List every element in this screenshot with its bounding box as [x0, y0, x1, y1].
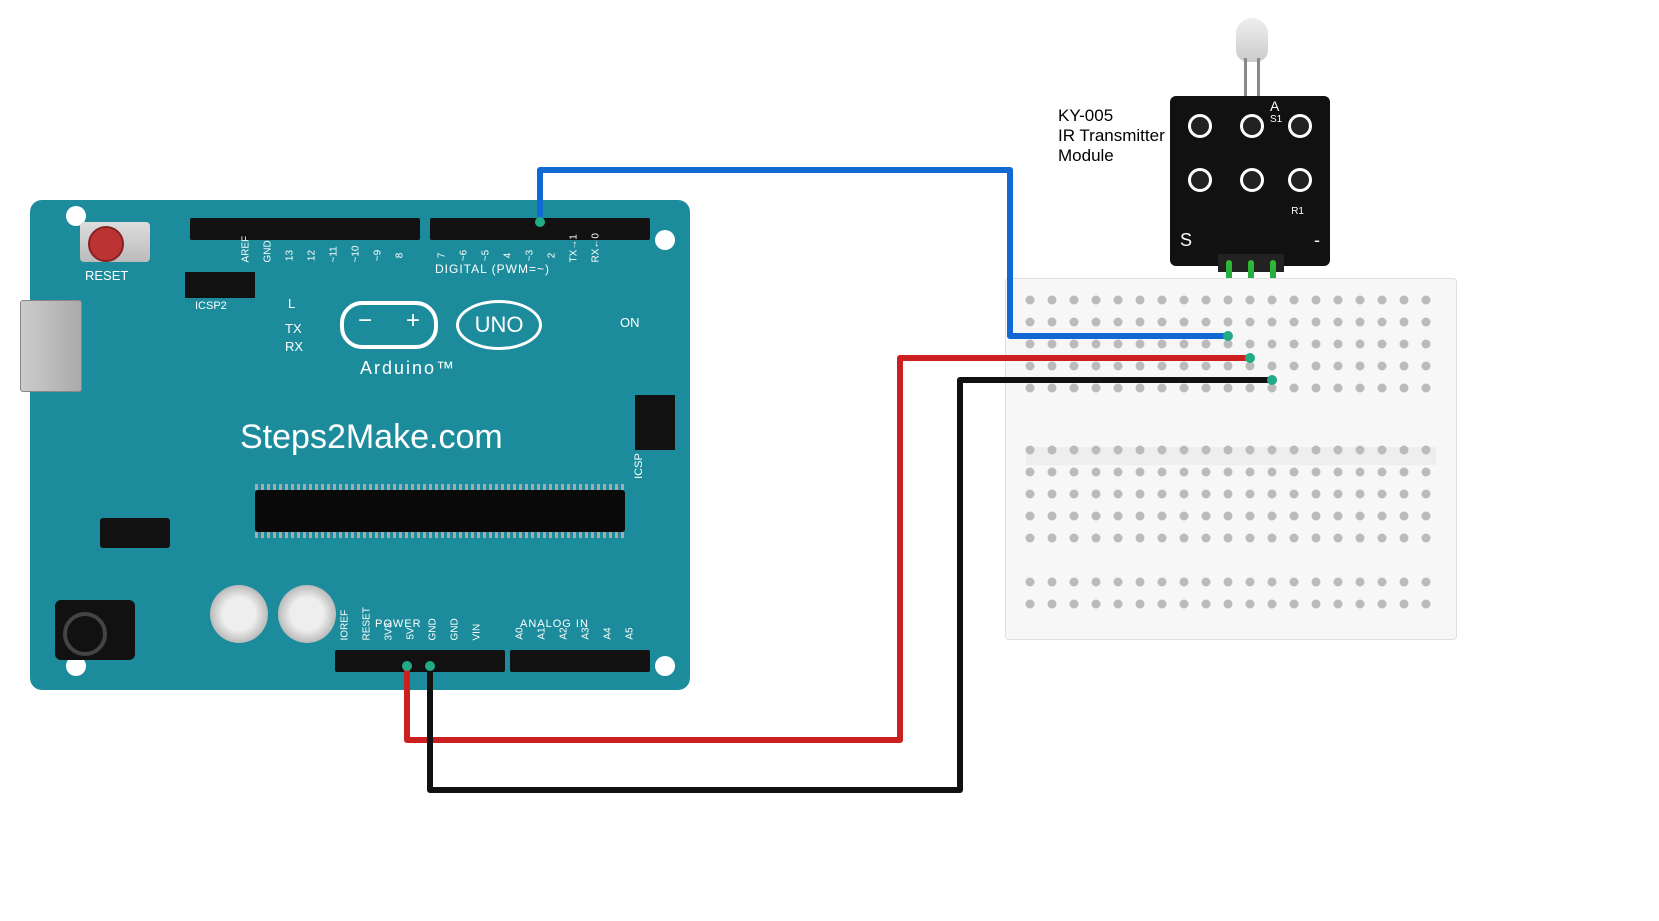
- atmega-chip: [255, 490, 625, 532]
- breadboard-channel: [1026, 447, 1436, 465]
- tx-label: TX: [285, 320, 303, 338]
- icsp2-header[interactable]: [185, 272, 255, 298]
- mounting-hole: [655, 230, 675, 250]
- module-desc: IR Transmitter: [1058, 126, 1165, 146]
- module-name: KY-005: [1058, 106, 1165, 126]
- power-header[interactable]: [335, 650, 505, 672]
- pcb-hole: [1188, 114, 1212, 138]
- icsp-header[interactable]: [635, 395, 675, 450]
- watermark-text: Steps2Make.com: [240, 418, 503, 457]
- breadboard: [1005, 278, 1457, 640]
- voltage-regulator: [100, 518, 170, 548]
- rx-label: RX: [285, 338, 303, 356]
- txrx-labels: TX RX: [285, 320, 303, 356]
- arduino-trademark: Arduino™: [360, 358, 456, 379]
- usb-port[interactable]: [20, 300, 82, 392]
- l-led-label: L: [288, 296, 295, 311]
- a-marking: A: [1270, 98, 1279, 114]
- capacitor: [210, 585, 268, 643]
- pcb-hole: [1240, 168, 1264, 192]
- wiring-diagram: RESET DIGITAL (PWM=~) POWER ANALOG IN IC…: [0, 0, 1659, 921]
- mounting-hole: [655, 656, 675, 676]
- ky005-module: A S1 R1 S -: [1170, 96, 1330, 266]
- module-caption: KY-005 IR Transmitter Module: [1058, 106, 1165, 166]
- reset-label: RESET: [85, 268, 128, 283]
- uno-label: UNO: [456, 300, 542, 350]
- pcb-hole: [1188, 168, 1212, 192]
- infinity-icon: [340, 301, 438, 349]
- on-led-label: ON: [620, 315, 640, 330]
- capacitor: [278, 585, 336, 643]
- signal-pin-label: S: [1180, 230, 1192, 251]
- s1-marking: S1: [1270, 114, 1282, 125]
- minus-pin-label: -: [1314, 230, 1320, 251]
- pcb-hole: [1240, 114, 1264, 138]
- r1-marking: R1: [1291, 206, 1304, 217]
- digital-header-left[interactable]: [190, 218, 420, 240]
- icsp-label: ICSP: [633, 453, 645, 479]
- reset-button[interactable]: [80, 222, 150, 262]
- arduino-uno-board: RESET DIGITAL (PWM=~) POWER ANALOG IN IC…: [30, 200, 690, 690]
- icsp2-label: ICSP2: [195, 300, 227, 312]
- digital-label: DIGITAL (PWM=~): [435, 262, 550, 276]
- pcb-hole: [1288, 114, 1312, 138]
- power-jack[interactable]: [55, 600, 135, 660]
- arduino-logo: UNO: [340, 300, 542, 350]
- analog-header[interactable]: [510, 650, 650, 672]
- digital-header-right[interactable]: [430, 218, 650, 240]
- ir-led-icon: [1236, 18, 1268, 94]
- pcb-hole: [1288, 168, 1312, 192]
- module-desc2: Module: [1058, 146, 1165, 166]
